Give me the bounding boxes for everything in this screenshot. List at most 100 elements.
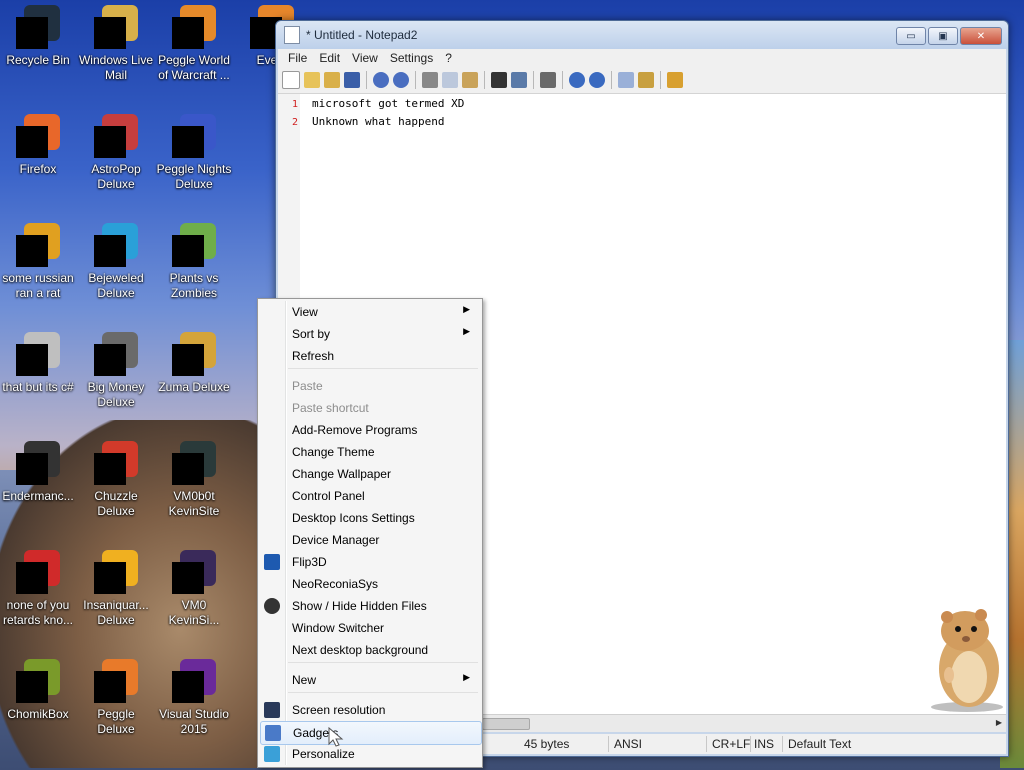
paste-icon[interactable] [462,72,478,88]
menu-item-desktop-icons-settings[interactable]: Desktop Icons Settings [260,507,480,529]
desktop-icon[interactable]: Plants vs Zombies [156,223,232,301]
menu-item-label: Window Switcher [292,621,385,635]
menu-item-paste[interactable]: Paste [260,375,480,397]
menu-item-flip3d[interactable]: Flip3D [260,551,480,573]
toolbar-separator [484,71,485,89]
undo-icon[interactable] [373,72,389,88]
menu-item-label: Paste [292,379,323,393]
minimize-button[interactable]: ▭ [896,27,926,45]
desktop-icon[interactable]: Insaniquar... Deluxe [78,550,154,628]
menu-item-change-wallpaper[interactable]: Change Wallpaper [260,463,480,485]
desktop-icon-label: Endermanc... [2,489,74,503]
save-icon[interactable] [344,72,360,88]
app-icon [94,659,138,703]
cut-icon[interactable] [422,72,438,88]
browse-icon[interactable] [324,72,340,88]
menu-item-label: New [292,673,317,687]
status-divider [782,736,783,752]
gadgets-icon [265,725,281,741]
desktop-icon-label: Windows Live Mail [78,53,154,82]
menu-item-show-hide-hidden-files[interactable]: Show / Hide Hidden Files [260,595,480,617]
menu-item-next-desktop-background[interactable]: Next desktop background [260,639,480,661]
menu-item-sort-by[interactable]: Sort by ▶ [260,323,480,345]
scrollbar-thumb[interactable] [482,718,530,730]
desktop-icon[interactable]: VM0b0t KevinSite [156,441,232,519]
desktop-icon-label: Recycle Bin [6,53,70,67]
app-icon [94,441,138,485]
desktop-icon-label: Plants vs Zombies [169,271,219,300]
exit-icon[interactable] [667,72,683,88]
desktop-icon[interactable]: AstroPop Deluxe [78,114,154,192]
maximize-button[interactable]: ▣ [928,27,958,45]
desktop-icon[interactable]: some russian ran a rat [0,223,76,301]
desktop-icon[interactable]: Windows Live Mail [78,5,154,83]
desktop-icon[interactable]: Visual Studio 2015 [156,659,232,737]
menu-item-control-panel[interactable]: Control Panel [260,485,480,507]
app-icon [172,550,216,594]
desktop-icon[interactable]: Recycle Bin [0,5,76,68]
menu-item-label: View [292,305,318,319]
app-icon [94,5,138,49]
desktop-icon[interactable]: Peggle Nights Deluxe [156,114,232,192]
new-file-icon[interactable] [282,71,300,89]
menu-item-change-theme[interactable]: Change Theme [260,441,480,463]
editor-line[interactable]: Unknown what happend [312,115,444,128]
desktop-context-menu: View ▶ Sort by ▶ Refresh Paste Paste shortcut A… [257,298,483,768]
desktop-icon-label: some russian ran a rat [2,271,74,300]
menu-item-label: Personalize [292,747,355,761]
menu-item-personalize[interactable]: Personalize [260,743,480,765]
zoom-out-icon[interactable] [589,72,605,88]
menu-item-label: Flip3D [292,555,327,569]
desktop-icon[interactable]: ChomikBox [0,659,76,722]
scroll-right-arrow-icon[interactable]: ▶ [996,718,1002,727]
replace-icon[interactable] [511,72,527,88]
menu-item-new[interactable]: New ▶ [260,669,480,691]
menu-settings[interactable]: Settings [384,51,439,65]
editor-line[interactable]: microsoft got termed XD [312,97,464,110]
menu-item-paste-shortcut[interactable]: Paste shortcut [260,397,480,419]
word-wrap-icon[interactable] [540,72,556,88]
menu-item-view[interactable]: View ▶ [260,301,480,323]
desktop-icon[interactable]: Peggle Deluxe [78,659,154,737]
desktop-icon[interactable]: Chuzzle Deluxe [78,441,154,519]
desktop-icon[interactable]: Zuma Deluxe [156,332,232,395]
scheme-icon[interactable] [618,72,634,88]
menu-item-device-manager[interactable]: Device Manager [260,529,480,551]
desktop-icon[interactable]: VM0 KevinSi... [156,550,232,628]
menu-item-neoreconiasys[interactable]: NeoReconiaSys [260,573,480,595]
desktop-icon-label: Firefox [19,162,57,176]
desktop-icon[interactable]: that but its c# [0,332,76,395]
desktop-icon-label: Big Money Deluxe [87,380,145,409]
menu-separator [288,692,478,693]
desktop-icon-label: Visual Studio 2015 [159,707,229,736]
menu-item-refresh[interactable]: Refresh [260,345,480,367]
notepad-app-icon [284,26,300,44]
desktop-icon[interactable]: Peggle World of Warcraft ... [156,5,232,83]
menu-item-label: Screen resolution [292,703,386,717]
menu-file[interactable]: File [282,51,313,65]
desktop-icon[interactable]: Firefox [0,114,76,177]
desktop-icon[interactable]: Endermanc... [0,441,76,504]
copy-icon[interactable] [442,72,458,88]
open-folder-icon[interactable] [304,72,320,88]
line-number: 1 [291,99,298,110]
menu-item-gadgets[interactable]: Gadgets [260,721,482,745]
title-bar[interactable]: * Untitled - Notepad2 ▭ ▣ ✕ [276,21,1008,49]
desktop-icon[interactable]: Bejeweled Deluxe [78,223,154,301]
menu-help[interactable]: ? [439,51,458,65]
menu-item-add-remove-programs[interactable]: Add-Remove Programs [260,419,480,441]
desktop-icon[interactable]: Big Money Deluxe [78,332,154,410]
menu-item-screen-resolution[interactable]: Screen resolution [260,699,480,721]
hamster-gadget-image [931,609,1003,712]
menu-item-window-switcher[interactable]: Window Switcher [260,617,480,639]
redo-icon[interactable] [393,72,409,88]
zoom-in-icon[interactable] [569,72,585,88]
screen-resolution-icon [264,702,280,718]
close-button[interactable]: ✕ [960,27,1002,45]
app-icon [16,441,60,485]
menu-view[interactable]: View [346,51,384,65]
customize-scheme-icon[interactable] [638,72,654,88]
menu-edit[interactable]: Edit [313,51,346,65]
desktop-icon[interactable]: none of you retards kno... [0,550,76,628]
find-icon[interactable] [491,72,507,88]
